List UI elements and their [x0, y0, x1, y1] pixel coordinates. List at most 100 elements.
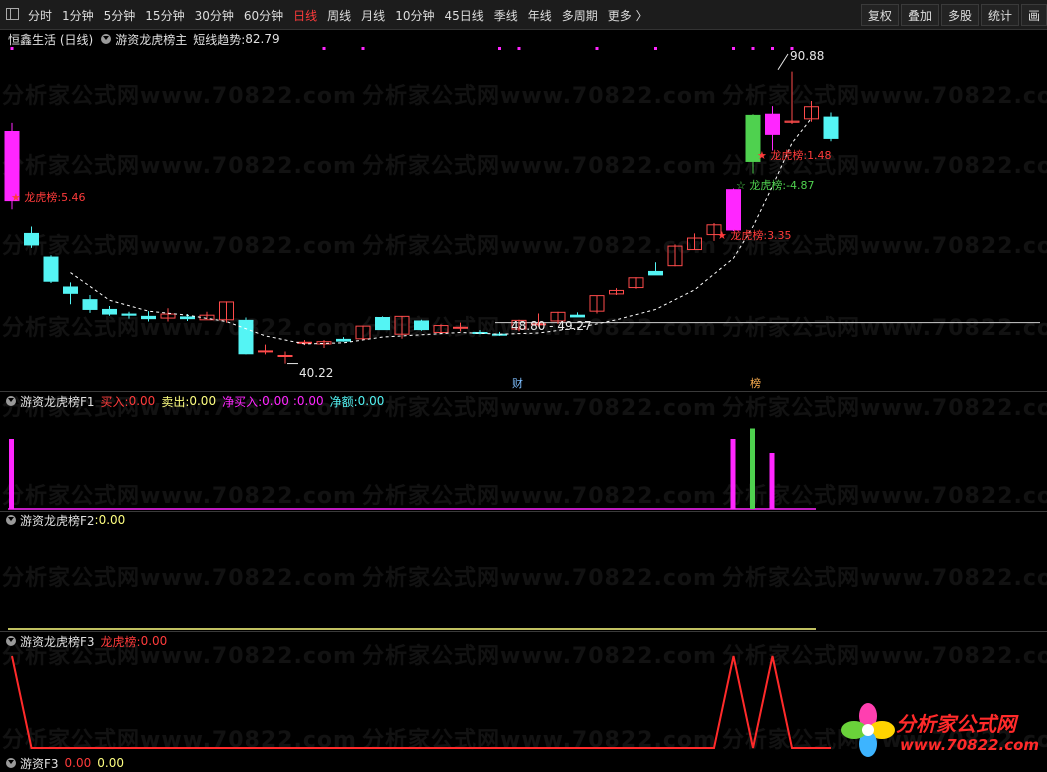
f1-bar: [769, 453, 775, 509]
candle-body: [453, 326, 468, 329]
candle-body: [726, 189, 741, 231]
signal-dot: [498, 47, 501, 50]
low-price-label: 40.22: [299, 366, 333, 380]
candlestick-chart[interactable]: 90.88 40.22 48.80 - 49.27 ★ 龙虎榜:5.46 ★ 龙…: [0, 30, 1047, 392]
f1-info-bar: 游资龙虎榜F1 买入: 0.00 卖出: 0.00 净买入: 0.00 : 0.…: [0, 392, 384, 410]
signal-dot: [517, 47, 521, 50]
f2-info-bar: 游资龙虎榜F2 : 0.00: [0, 511, 125, 529]
range-label: 48.80 - 49.27: [511, 319, 592, 333]
signal-dot: [771, 47, 774, 50]
f4-info-bar: 游资F3 0.00 0.00: [0, 754, 124, 772]
candle-body: [180, 316, 195, 320]
f1-net-amount-value: 0.00: [357, 394, 385, 408]
f3-value: 0.00: [140, 634, 168, 648]
logo-url: www.70822.com: [900, 736, 1040, 754]
candle-body: [141, 315, 156, 320]
f1-net-buy-value: 0.00: [262, 394, 289, 408]
f1-sell-label: 卖出:: [161, 394, 190, 409]
f3-value-label: 龙虎榜:: [100, 634, 141, 649]
f3-line: [11, 655, 831, 749]
candle-body: [570, 314, 585, 318]
f1-net-amount-label: 净额:: [329, 394, 358, 409]
period-tab-3[interactable]: 15分钟: [145, 7, 184, 24]
period-tabs: 分时 1分钟 5分钟 15分钟 30分钟 60分钟 日线 周线 月线 10分钟 45日线 季线 年线 多周…: [28, 0, 658, 30]
candle-body: [277, 355, 293, 358]
period-toolbar: 分时 1分钟 5分钟 15分钟 30分钟 60分钟 日线 周线 月线 10分钟 45日线 季线 年线 多周…: [0, 0, 1047, 30]
f1-bar: [750, 428, 755, 509]
f2-dropdown-icon[interactable]: [6, 515, 16, 525]
f4-dropdown-icon[interactable]: [6, 758, 16, 768]
candle-body: [238, 319, 254, 355]
f3-info-bar: 游资龙虎榜F3 龙虎榜: 0.00: [0, 632, 167, 650]
period-tab-7[interactable]: 周线: [327, 7, 351, 24]
period-tab-13[interactable]: 多周期: [562, 7, 598, 24]
f3-name[interactable]: 游资龙虎榜F3: [20, 633, 95, 650]
candle-body: [63, 286, 78, 294]
period-tab-6[interactable]: 日线: [293, 7, 317, 24]
period-tab-12[interactable]: 年线: [528, 7, 552, 24]
f1-bar-chart[interactable]: [0, 410, 1047, 510]
candle-body: [258, 350, 273, 353]
candle-body: [414, 320, 429, 331]
candle-body: [823, 116, 839, 139]
candle-body: [43, 256, 59, 282]
candle-body: [82, 299, 98, 310]
f4-name[interactable]: 游资F3: [20, 755, 59, 772]
lhb-marker-2: ★ 龙虎榜:1.48: [757, 148, 832, 162]
candle-body: [24, 232, 39, 246]
period-tab-8[interactable]: 月线: [361, 7, 385, 24]
period-tab-14[interactable]: 更多 〉: [608, 7, 648, 24]
f2-name[interactable]: 游资龙虎榜F2: [20, 512, 95, 529]
period-tab-1[interactable]: 1分钟: [62, 7, 94, 24]
signal-dot: [654, 47, 657, 50]
tool-buttons: 复权 叠加 多股 统计画: [859, 4, 1047, 26]
signal-dot: [732, 47, 735, 50]
f1-net-sell-value: 0.00: [296, 394, 324, 408]
period-tab-2[interactable]: 5分钟: [104, 7, 136, 24]
candle-body: [102, 308, 117, 315]
f1-dropdown-icon[interactable]: [6, 396, 16, 406]
f3-dropdown-icon[interactable]: [6, 636, 16, 646]
sidebar-toggle-icon[interactable]: [6, 8, 19, 20]
signal-dot: [751, 47, 755, 50]
signal-dot: [10, 47, 14, 50]
lhb-marker-3: ☆ 龙虎榜:-4.87: [736, 178, 815, 192]
f1-buy-label: 买入:: [100, 394, 129, 409]
pinwheel-logo-icon: [841, 703, 895, 757]
tool-button-3[interactable]: 统计: [980, 4, 1019, 26]
f1-bar: [9, 439, 14, 509]
tool-button-2[interactable]: 多股: [940, 4, 979, 26]
f1-name[interactable]: 游资龙虎榜F1: [20, 393, 95, 410]
candle-body: [336, 338, 351, 342]
trend-line: [70, 117, 812, 345]
period-tab-9[interactable]: 10分钟: [395, 7, 434, 24]
period-tab-0[interactable]: 分时: [28, 7, 52, 24]
tool-button-0[interactable]: 复权: [860, 4, 899, 26]
panel-divider: [0, 511, 1047, 512]
logo-title: 分析家公式网: [896, 712, 1016, 736]
tool-button-1[interactable]: 叠加: [900, 4, 939, 26]
candle-body: [375, 317, 390, 331]
event-tag-finance[interactable]: 财: [512, 376, 523, 390]
f1-sell-value: 0.00: [189, 394, 217, 408]
tool-button-4[interactable]: 画: [1020, 4, 1047, 26]
period-tab-11[interactable]: 季线: [494, 7, 518, 24]
lhb-marker-4: ★ 龙虎榜:3.35: [717, 228, 792, 242]
event-tag-lhb[interactable]: 榜: [750, 376, 761, 390]
signal-dot: [595, 47, 599, 50]
candle-body: [765, 113, 780, 135]
f1-bar: [730, 439, 736, 509]
f2-value: 0.00: [98, 513, 126, 527]
f1-net-buy-label: 净买入:: [222, 394, 263, 409]
period-tab-5[interactable]: 60分钟: [244, 7, 283, 24]
high-arrow: [777, 53, 789, 70]
f4-value-2: 0.00: [97, 756, 124, 770]
lhb-marker-1: ★ 龙虎榜:5.46: [11, 190, 86, 204]
f1-buy-value: 0.00: [128, 394, 156, 408]
period-tab-4[interactable]: 30分钟: [195, 7, 234, 24]
candle-body: [297, 341, 312, 344]
f2-line-chart[interactable]: [0, 530, 1047, 630]
f4-value-1: 0.00: [64, 756, 92, 770]
period-tab-10[interactable]: 45日线: [444, 7, 483, 24]
candle-body: [472, 331, 488, 334]
